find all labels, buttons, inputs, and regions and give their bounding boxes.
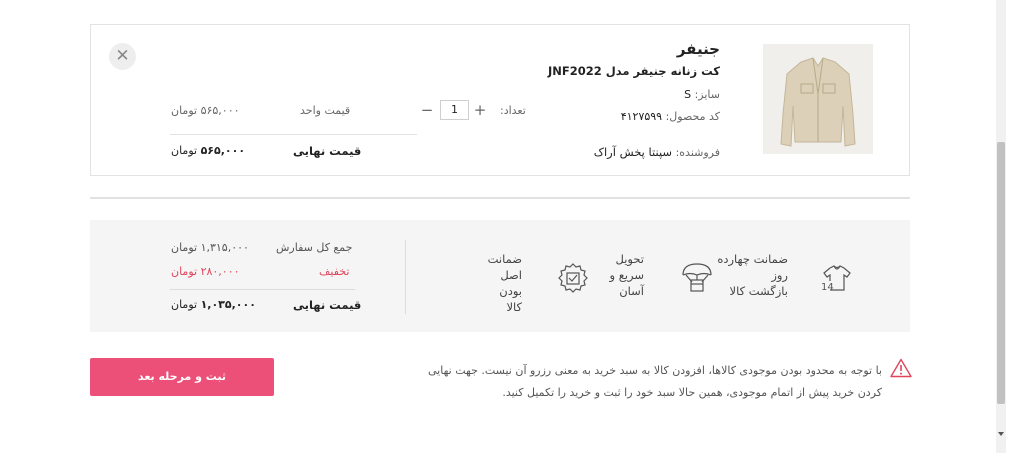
code-value: ۴۱۲۷۵۹۹ xyxy=(620,110,663,123)
seller-label: فروشنده: xyxy=(675,146,720,159)
total-label: جمع کل سفارش xyxy=(276,241,353,254)
product-name[interactable]: جنیفر xyxy=(677,40,720,58)
feature-line: تحویل xyxy=(615,252,644,266)
feature-line: روز xyxy=(771,268,788,282)
stock-notice: با توجه به محدود بودن موجودی کالاها، افز… xyxy=(428,364,882,399)
summary-divider xyxy=(170,289,355,290)
price-divider xyxy=(170,134,417,135)
warning-icon xyxy=(890,358,912,378)
discount-label: تخفیف xyxy=(319,265,350,278)
unit-price-value: ۵۶۵,۰۰۰ تومان xyxy=(171,104,240,117)
scrollbar-thumb[interactable] xyxy=(997,142,1005,404)
size-value: S xyxy=(684,88,692,101)
close-icon: ✕ xyxy=(115,46,130,66)
feature-line: ضمانت چهارده xyxy=(717,252,788,266)
feature-line: ضمانت xyxy=(487,252,522,266)
quantity-label: تعداد: xyxy=(500,104,526,117)
return-14-days-icon: 14 xyxy=(820,262,852,294)
scroll-down-arrow-icon[interactable] xyxy=(998,432,1004,436)
product-size: سایز: S xyxy=(684,88,720,101)
quantity-increase-button[interactable]: + xyxy=(472,99,488,121)
feature-line: کالا xyxy=(506,300,522,314)
item-final-amount: ۵۶۵,۰۰۰ xyxy=(200,144,246,157)
feature-fast-delivery: تحویل سریع و آسان xyxy=(596,251,644,299)
summary-final-amount: ۱,۰۳۵,۰۰۰ xyxy=(200,298,256,311)
total-value: ۱,۳۱۵,۰۰۰ تومان xyxy=(171,241,249,254)
unit-price-label: قیمت واحد xyxy=(300,104,351,117)
feature-original-guarantee: ضمانت اصل بودن کالا xyxy=(474,251,522,315)
feature-line: سریع و xyxy=(609,268,644,282)
submit-next-step-button[interactable]: ثبت و مرحله بعد xyxy=(90,358,274,396)
summary-final-value: ۱,۰۳۵,۰۰۰ تومان xyxy=(171,298,256,311)
discount-value: ۲۸۰,۰۰۰ تومان xyxy=(171,265,240,278)
size-label: سایز: xyxy=(694,88,720,101)
item-final-price-label: قیمت نهایی xyxy=(293,144,362,158)
feature-line: بازگشت کالا xyxy=(729,284,788,298)
quantity-decrease-button[interactable]: − xyxy=(419,99,435,121)
quantity-input[interactable]: 1 xyxy=(440,100,469,120)
summary-final-label: قیمت نهایی xyxy=(293,298,362,312)
product-image[interactable] xyxy=(763,44,873,154)
feature-return-guarantee: ضمانت چهارده روز بازگشت کالا xyxy=(716,251,788,299)
product-subtitle: کت زنانه جنیفر مدل JNF2022 xyxy=(547,64,720,78)
code-label: کد محصول: xyxy=(665,110,720,123)
fast-delivery-icon xyxy=(680,260,712,292)
item-final-price-value: ۵۶۵,۰۰۰ تومان xyxy=(171,144,245,157)
remove-item-button[interactable]: ✕ xyxy=(109,43,136,70)
product-seller: فروشنده: سپنتا پخش آراک xyxy=(594,145,720,159)
summary-currency: تومان xyxy=(171,298,198,311)
original-guarantee-icon xyxy=(557,262,589,294)
item-currency: تومان xyxy=(171,144,198,157)
svg-text:14: 14 xyxy=(821,282,834,293)
product-code: کد محصول: ۴۱۲۷۵۹۹ xyxy=(621,110,720,123)
section-divider xyxy=(90,197,910,199)
feature-line: اصل بودن xyxy=(499,268,522,298)
feature-line: آسان xyxy=(619,284,644,298)
summary-vertical-divider xyxy=(405,240,406,314)
seller-name[interactable]: سپنتا پخش آراک xyxy=(594,145,672,159)
